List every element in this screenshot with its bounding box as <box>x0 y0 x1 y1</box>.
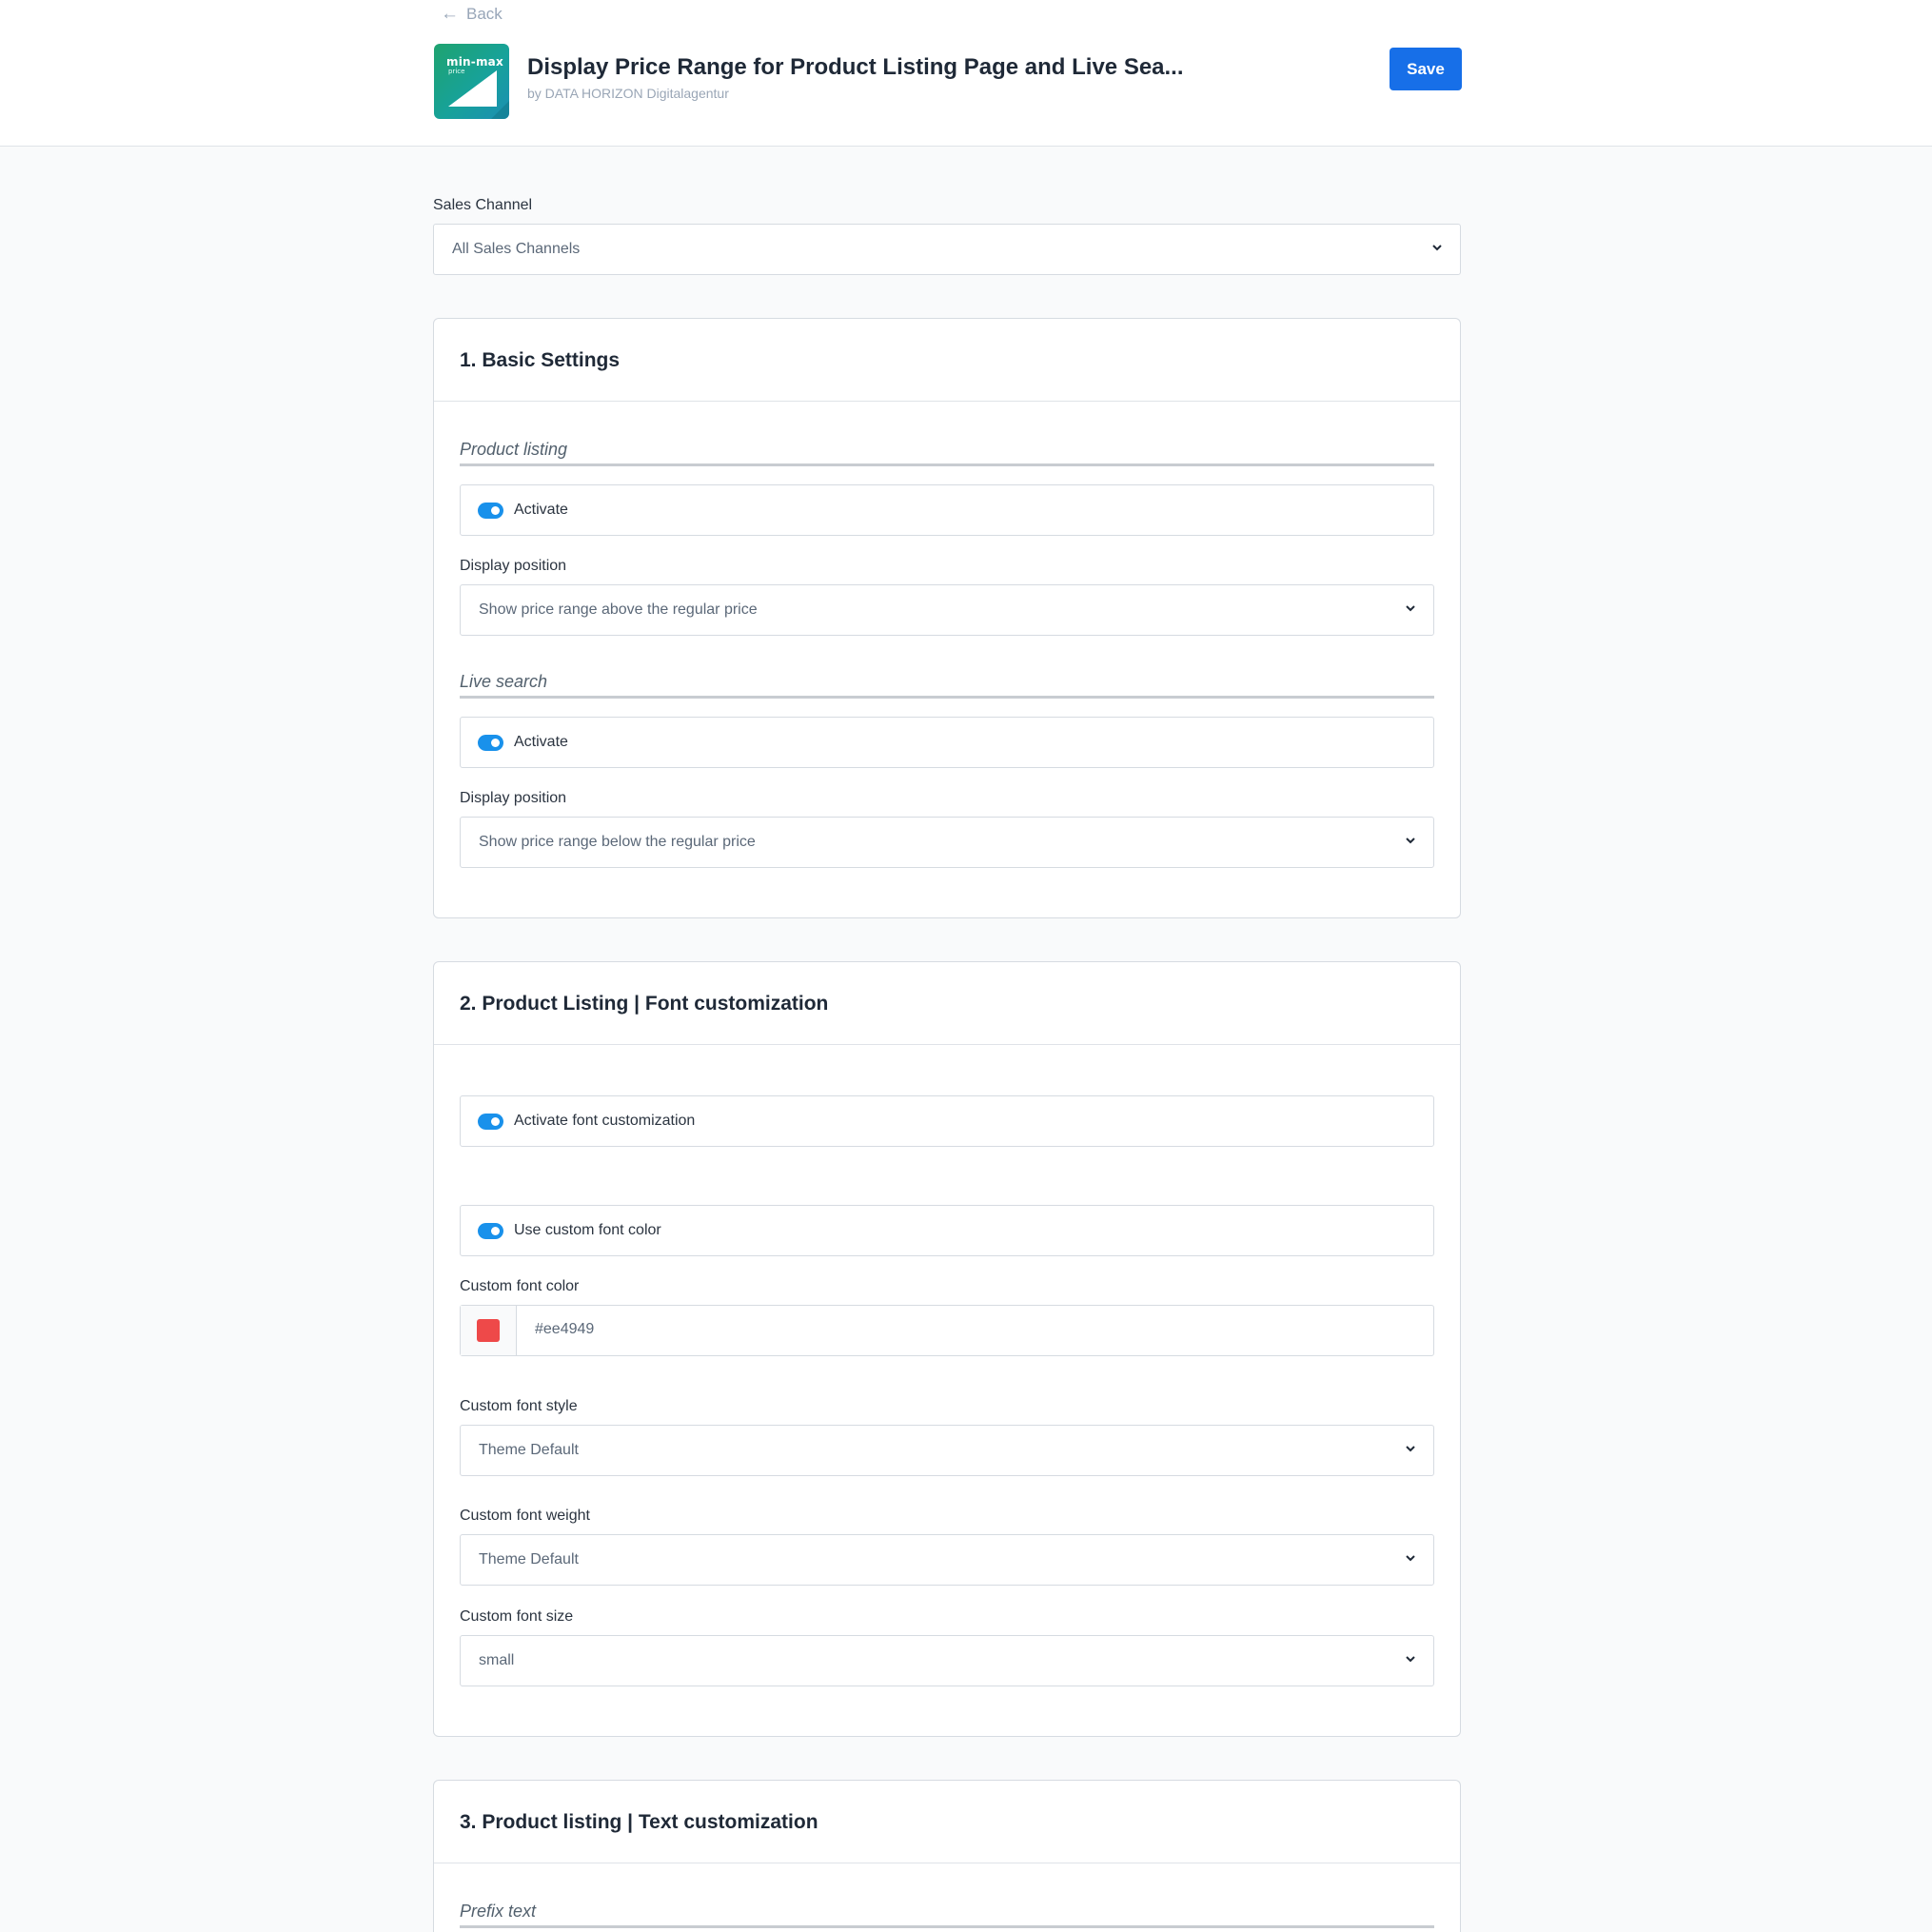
product-listing-position-value: Show price range above the regular price <box>479 601 758 618</box>
section-rule <box>460 696 1434 699</box>
product-listing-position-label: Display position <box>460 558 567 574</box>
card-divider <box>434 1044 1460 1045</box>
chevron-down-icon <box>1406 605 1415 612</box>
custom-font-weight-value: Theme Default <box>479 1551 579 1567</box>
chevron-down-icon <box>1406 1555 1415 1562</box>
basic-settings-card: 1. Basic Settings Product listing Activa… <box>433 318 1461 918</box>
card-title-basic-settings: 1. Basic Settings <box>460 349 621 371</box>
live-search-activate-switch[interactable]: Activate <box>460 717 1434 768</box>
custom-font-size-select[interactable]: small <box>460 1635 1434 1686</box>
toggle-switch-icon[interactable] <box>478 502 503 519</box>
chevron-down-icon <box>1432 245 1442 251</box>
logo-text: min-max <box>446 55 503 69</box>
live-search-position-label: Display position <box>460 790 567 806</box>
custom-font-color-field: #ee4949 <box>460 1305 1434 1356</box>
product-listing-position-select[interactable]: Show price range above the regular price <box>460 584 1434 636</box>
text-customization-card: 3. Product listing | Text customization … <box>433 1780 1461 1932</box>
sales-channel-value: All Sales Channels <box>452 241 581 257</box>
section-title-product-listing: Product listing <box>460 440 568 459</box>
use-custom-font-color-switch[interactable]: Use custom font color <box>460 1205 1434 1256</box>
app-logo: min-max price <box>434 44 509 119</box>
custom-font-color-label: Custom font color <box>460 1278 580 1294</box>
custom-font-style-label: Custom font style <box>460 1398 578 1414</box>
custom-font-weight-label: Custom font weight <box>460 1508 590 1524</box>
chevron-down-icon <box>1406 1656 1415 1663</box>
live-search-activate-label: Activate <box>514 734 568 750</box>
app-vendor: by DATA HORIZON Digitalagentur <box>527 86 729 101</box>
custom-font-weight-select[interactable]: Theme Default <box>460 1534 1434 1586</box>
use-custom-font-color-label: Use custom font color <box>514 1222 661 1238</box>
card-title-text-customization: 3. Product listing | Text customization <box>460 1811 818 1833</box>
app-header: ← Back min-max price Display Price Range… <box>0 0 1932 147</box>
chevron-down-icon <box>1406 838 1415 844</box>
back-label: Back <box>466 5 503 23</box>
custom-font-color-value[interactable]: #ee4949 <box>535 1321 594 1338</box>
product-listing-activate-switch[interactable]: Activate <box>460 484 1434 536</box>
card-title-font-customization: 2. Product Listing | Font customization <box>460 993 829 1015</box>
chevron-down-icon <box>1406 1446 1415 1452</box>
toggle-switch-icon[interactable] <box>478 734 503 751</box>
custom-font-size-label: Custom font size <box>460 1608 574 1625</box>
toggle-switch-icon[interactable] <box>478 1222 503 1239</box>
arrow-left-icon: ← <box>441 4 459 24</box>
section-rule <box>460 463 1434 466</box>
custom-font-style-value: Theme Default <box>479 1442 579 1458</box>
section-rule <box>460 1925 1434 1928</box>
section-title-prefix-text: Prefix text <box>460 1902 537 1921</box>
color-swatch <box>477 1319 500 1342</box>
app-title: Display Price Range for Product Listing … <box>527 54 1184 80</box>
live-search-position-select[interactable]: Show price range below the regular price <box>460 817 1434 868</box>
section-title-live-search: Live search <box>460 672 548 691</box>
sales-channel-select[interactable]: All Sales Channels <box>433 224 1461 275</box>
font-customization-card: 2. Product Listing | Font customization … <box>433 961 1461 1737</box>
custom-font-size-value: small <box>479 1652 515 1668</box>
sales-channel-label: Sales Channel <box>433 197 533 213</box>
color-picker-button[interactable] <box>461 1306 517 1355</box>
live-search-position-value: Show price range below the regular price <box>479 834 756 850</box>
product-listing-activate-label: Activate <box>514 502 568 518</box>
activate-font-customization-switch[interactable]: Activate font customization <box>460 1095 1434 1147</box>
activate-font-customization-label: Activate font customization <box>514 1113 696 1129</box>
back-link[interactable]: ← Back <box>441 4 503 25</box>
logo-subtext: price <box>448 68 465 75</box>
save-button[interactable]: Save <box>1390 48 1462 90</box>
card-divider <box>434 401 1460 402</box>
toggle-switch-icon[interactable] <box>478 1113 503 1130</box>
custom-font-style-select[interactable]: Theme Default <box>460 1425 1434 1476</box>
